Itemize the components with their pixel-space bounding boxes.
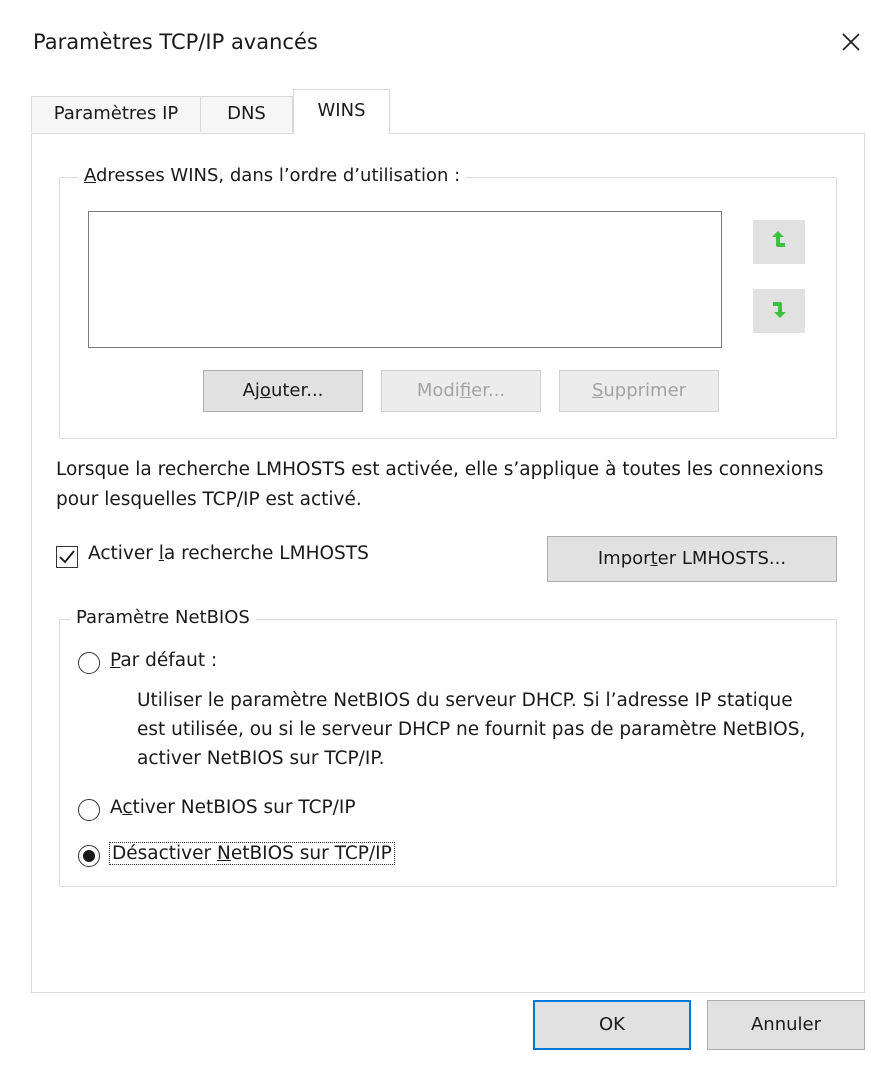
lmhosts-checkbox-label[interactable]: Activer la recherche LMHOSTS bbox=[88, 543, 369, 564]
close-icon[interactable] bbox=[833, 24, 869, 60]
netbios-default-description: Utiliser le paramètre NetBIOS du serveur… bbox=[137, 690, 806, 769]
radio-netbios-default-label[interactable]: Par défaut : bbox=[110, 650, 217, 671]
radio-netbios-disable[interactable] bbox=[78, 845, 100, 867]
arrow-up-icon bbox=[769, 228, 789, 257]
window-title: Paramètres TCP/IP avancés bbox=[33, 30, 318, 54]
radio-netbios-enable-label[interactable]: Activer NetBIOS sur TCP/IP bbox=[110, 797, 356, 818]
radio-netbios-default[interactable] bbox=[78, 652, 100, 674]
title-bar: Paramètres TCP/IP avancés bbox=[0, 0, 871, 90]
arrow-down-icon bbox=[769, 297, 789, 326]
move-down-button[interactable] bbox=[753, 289, 805, 333]
wins-address-list[interactable] bbox=[88, 211, 722, 348]
radio-netbios-enable[interactable] bbox=[78, 799, 100, 821]
lmhosts-info-text: Lorsque la recherche LMHOSTS est activée… bbox=[56, 459, 824, 510]
cancel-button[interactable]: Annuler bbox=[707, 1000, 865, 1050]
move-up-button[interactable] bbox=[753, 220, 805, 264]
tab-dns[interactable]: DNS bbox=[201, 96, 293, 132]
remove-wins-button[interactable]: Supprimer bbox=[559, 370, 719, 412]
edit-wins-button[interactable]: Modifier... bbox=[381, 370, 541, 412]
tab-wins[interactable]: WINS bbox=[293, 89, 390, 134]
wins-group-label: Adresses WINS, dans l’ordre d’utilisatio… bbox=[78, 165, 467, 186]
radio-netbios-disable-label[interactable]: Désactiver NetBIOS sur TCP/IP bbox=[109, 842, 395, 865]
netbios-group-label: Paramètre NetBIOS bbox=[70, 607, 256, 628]
import-lmhosts-button[interactable]: Importer LMHOSTS... bbox=[547, 536, 837, 582]
lmhosts-checkbox[interactable] bbox=[56, 546, 78, 568]
ok-button[interactable]: OK bbox=[533, 1000, 691, 1050]
tab-parametres-ip[interactable]: Paramètres IP bbox=[31, 96, 201, 132]
radio-selected-dot bbox=[83, 850, 95, 862]
add-wins-button[interactable]: Ajouter... bbox=[203, 370, 363, 412]
